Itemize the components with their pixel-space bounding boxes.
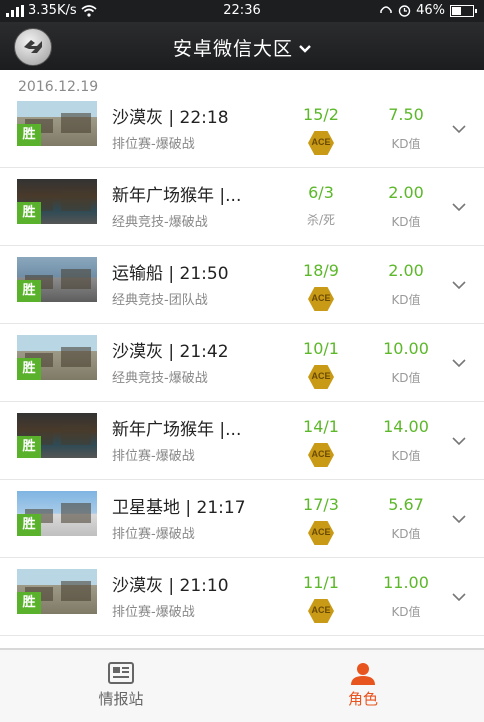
app-header: 安卓微信大区 — [0, 22, 484, 70]
kill-death-score: 14/1 — [303, 417, 339, 436]
kill-death-score: 15/2 — [303, 105, 339, 124]
score-sub: ACE — [286, 365, 356, 393]
map-thumbnail: 胜 — [17, 335, 97, 380]
chevron-down-icon[interactable] — [452, 119, 466, 138]
battery-fill — [452, 6, 461, 15]
match-row[interactable]: 胜 新年广场猴年 |... 排位赛-爆破战 14/1 ACE 14.00 KD值 — [0, 401, 484, 480]
kd-label: KD值 — [391, 527, 421, 541]
ace-badge-icon: ACE — [308, 443, 334, 467]
chevron-down-icon[interactable] — [452, 353, 466, 372]
score-sub: ACE — [286, 443, 356, 471]
chevron-down-icon[interactable] — [452, 587, 466, 606]
score-sub: ACE — [286, 599, 356, 627]
map-thumbnail: 胜 — [17, 491, 97, 536]
map-thumbnail: 胜 — [17, 257, 97, 302]
chevron-down-icon[interactable] — [452, 431, 466, 450]
battery-percent: 46% — [416, 3, 445, 18]
game-mode: 排位赛-爆破战 — [112, 449, 195, 464]
kd-value: 10.00 — [383, 339, 429, 358]
kill-death-label: 杀/死 — [306, 213, 336, 227]
kd-value: 11.00 — [383, 573, 429, 592]
server-selector[interactable]: 安卓微信大区 — [0, 34, 484, 61]
game-mode: 排位赛-爆破战 — [112, 527, 195, 542]
ace-badge-icon: ACE — [308, 131, 334, 155]
kd-value: 2.00 — [388, 183, 424, 202]
map-name-time: 新年广场猴年 |... — [112, 186, 242, 206]
kd-label: KD值 — [391, 449, 421, 463]
win-badge: 胜 — [17, 514, 41, 536]
kd-value: 7.50 — [388, 105, 424, 124]
match-row[interactable]: 胜 新年广场猴年 |... 经典竞技-爆破战 6/3 杀/死 2.00 KD值 — [0, 167, 484, 246]
win-badge: 胜 — [17, 436, 41, 458]
kd-label: KD值 — [391, 293, 421, 307]
game-mode: 排位赛-爆破战 — [112, 137, 195, 152]
win-badge: 胜 — [17, 280, 41, 302]
win-badge: 胜 — [17, 592, 41, 614]
kd-label: KD值 — [391, 137, 421, 151]
ace-badge-icon: ACE — [308, 365, 334, 389]
game-mode: 经典竞技-团队战 — [112, 293, 208, 308]
status-right: 46% — [379, 3, 477, 18]
score-sub: ACE — [286, 287, 356, 315]
news-icon — [0, 662, 242, 686]
map-name-time: 运输船 | 21:50 — [112, 264, 229, 284]
map-name-time: 沙漠灰 | 22:18 — [112, 108, 229, 128]
match-row[interactable]: 胜 沙漠灰 | 22:18 排位赛-爆破战 15/2 ACE 7.50 KD值 — [0, 89, 484, 168]
win-badge: 胜 — [17, 358, 41, 380]
kd-label: KD值 — [391, 215, 421, 229]
map-name-time: 卫星基地 | 21:17 — [112, 498, 246, 518]
ace-badge-icon: ACE — [308, 521, 334, 545]
chevron-down-icon[interactable] — [452, 197, 466, 216]
kd-value: 5.67 — [388, 495, 424, 514]
chevron-down-icon — [299, 36, 311, 58]
match-row[interactable]: 胜 沙漠灰 | 21:42 经典竞技-爆破战 10/1 ACE 10.00 KD… — [0, 323, 484, 402]
map-name-time: 沙漠灰 | 21:42 — [112, 342, 229, 362]
map-name-time: 沙漠灰 | 21:10 — [112, 576, 229, 596]
ace-badge-icon: ACE — [308, 599, 334, 623]
map-name-time: 新年广场猴年 |... — [112, 420, 242, 440]
kill-death-score: 11/1 — [303, 573, 339, 592]
battery-icon — [450, 4, 477, 17]
map-thumbnail: 胜 — [17, 569, 97, 614]
win-badge: 胜 — [17, 202, 41, 224]
headset-icon — [380, 5, 392, 13]
kill-death-score: 18/9 — [303, 261, 339, 280]
map-thumbnail: 胜 — [17, 413, 97, 458]
tab-intel[interactable]: 情报站 — [0, 650, 242, 722]
tab-intel-label: 情报站 — [98, 690, 144, 708]
ace-badge-icon: ACE — [308, 287, 334, 311]
match-row[interactable]: 胜 运输船 | 21:50 经典竞技-团队战 18/9 ACE 2.00 KD值 — [0, 245, 484, 324]
game-mode: 经典竞技-爆破战 — [112, 371, 208, 386]
person-icon — [242, 662, 484, 686]
win-badge: 胜 — [17, 124, 41, 146]
chevron-down-icon[interactable] — [452, 509, 466, 528]
alarm-icon — [398, 5, 411, 17]
kd-label: KD值 — [391, 605, 421, 619]
tab-role-label: 角色 — [347, 690, 378, 708]
tab-role[interactable]: 角色 — [242, 650, 484, 722]
game-mode: 经典竞技-爆破战 — [112, 215, 208, 230]
kd-label: KD值 — [391, 371, 421, 385]
status-bar: 3.35K/s 22:36 46% — [0, 0, 484, 22]
kd-value: 14.00 — [383, 417, 429, 436]
bottom-tab-bar: 情报站 角色 — [0, 648, 484, 722]
map-thumbnail: 胜 — [17, 101, 97, 146]
kill-death-score: 17/3 — [303, 495, 339, 514]
game-mode: 排位赛-爆破战 — [112, 605, 195, 620]
score-sub: ACE — [286, 131, 356, 159]
match-row[interactable]: 胜 卫星基地 | 21:17 排位赛-爆破战 17/3 ACE 5.67 KD值 — [0, 479, 484, 558]
chevron-down-icon[interactable] — [452, 275, 466, 294]
score-sub: ACE — [286, 521, 356, 549]
match-row[interactable]: 胜 沙漠灰 | 21:10 排位赛-爆破战 11/1 ACE 11.00 KD值 — [0, 557, 484, 636]
match-list[interactable]: 2016.12.19 胜 沙漠灰 | 22:18 排位赛-爆破战 15/2 AC… — [0, 70, 484, 648]
server-title: 安卓微信大区 — [172, 38, 293, 60]
kd-value: 2.00 — [388, 261, 424, 280]
map-thumbnail: 胜 — [17, 179, 97, 224]
kill-death-score: 6/3 — [308, 183, 334, 202]
kill-death-score: 10/1 — [303, 339, 339, 358]
score-sub: 杀/死 — [286, 209, 356, 228]
